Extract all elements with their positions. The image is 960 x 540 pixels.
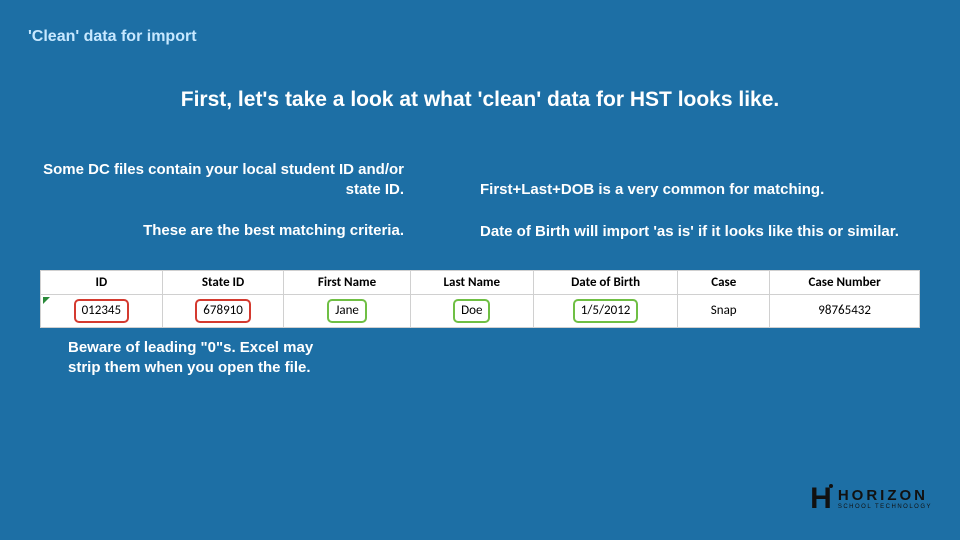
horizon-logo: H HORIZON SCHOOL TECHNOLOGY (810, 482, 932, 516)
warning-text: Beware of leading "0"s. Excel may strip … (68, 338, 328, 379)
excel-warning-triangle-icon (43, 297, 50, 304)
left-line-2: These are the best matching criteria. (24, 221, 404, 241)
th-dob: Date of Birth (533, 271, 677, 295)
cell-case: Snap (678, 295, 770, 328)
left-line-1: Some DC files contain your local student… (24, 160, 404, 199)
right-text-block: First+Last+DOB is a very common for matc… (480, 180, 940, 241)
cell-case-value: Snap (705, 301, 743, 321)
cell-dob-value: 1/5/2012 (573, 299, 639, 323)
cell-last-name: Doe (410, 295, 533, 328)
logo-tagline: SCHOOL TECHNOLOGY (838, 504, 932, 510)
cell-dob: 1/5/2012 (533, 295, 677, 328)
th-first-name: First Name (284, 271, 410, 295)
cell-case-number-value: 98765432 (812, 301, 877, 321)
data-table: ID State ID First Name Last Name Date of… (40, 270, 920, 328)
logo-name: HORIZON (838, 488, 932, 503)
slide-title: 'Clean' data for import (28, 28, 197, 46)
table-row: 012345 678910 Jane Doe 1/5/2012 Snap (41, 295, 920, 328)
cell-id: 012345 (41, 295, 163, 328)
cell-first-name: Jane (284, 295, 410, 328)
logo-text: HORIZON SCHOOL TECHNOLOGY (838, 488, 932, 510)
cell-id-value: 012345 (74, 299, 130, 323)
cell-state-id-value: 678910 (195, 299, 251, 323)
th-case-number: Case Number (770, 271, 920, 295)
cell-last-name-value: Doe (453, 299, 490, 323)
cell-first-name-value: Jane (327, 299, 367, 323)
th-last-name: Last Name (410, 271, 533, 295)
slide-headline: First, let's take a look at what 'clean'… (0, 88, 960, 112)
right-line-1: First+Last+DOB is a very common for matc… (480, 180, 940, 200)
th-case: Case (678, 271, 770, 295)
right-line-2: Date of Birth will import 'as is' if it … (480, 222, 940, 242)
logo-mark-icon: H (810, 482, 830, 516)
left-text-block: Some DC files contain your local student… (24, 160, 404, 241)
th-id: ID (41, 271, 163, 295)
table-header-row: ID State ID First Name Last Name Date of… (41, 271, 920, 295)
cell-case-number: 98765432 (770, 295, 920, 328)
th-state-id: State ID (162, 271, 284, 295)
slide: 'Clean' data for import First, let's tak… (0, 0, 960, 540)
cell-state-id: 678910 (162, 295, 284, 328)
